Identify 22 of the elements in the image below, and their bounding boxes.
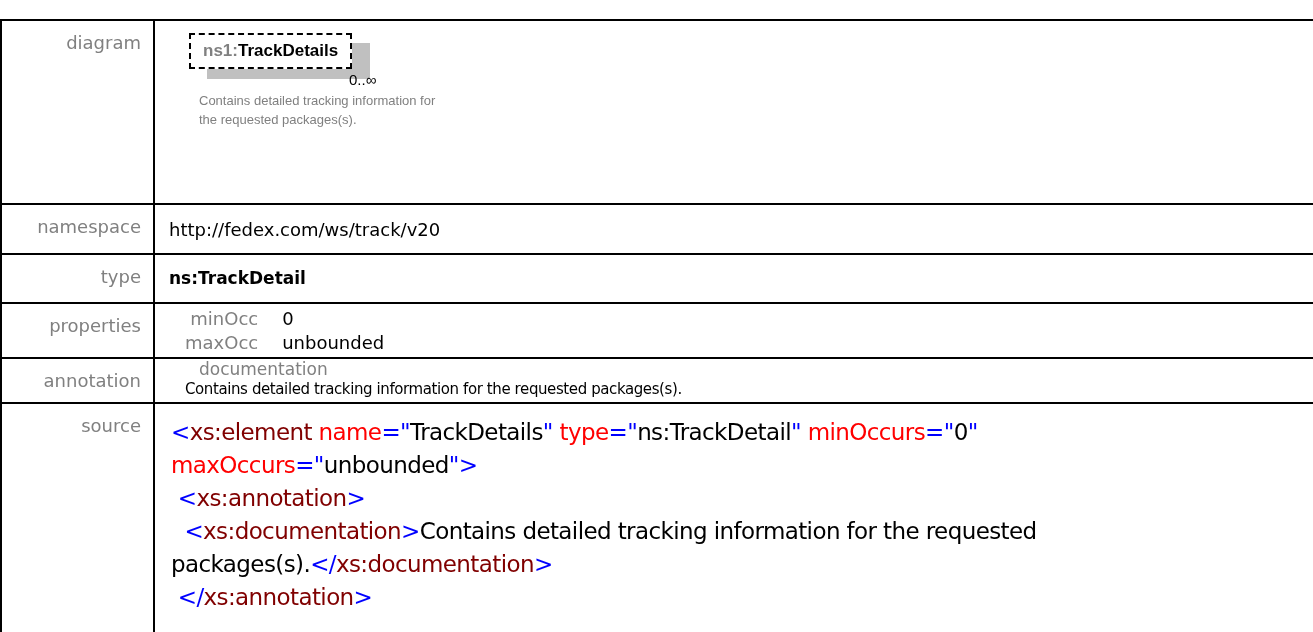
row-label: namespace xyxy=(37,216,141,237)
row-label: type xyxy=(100,266,141,287)
source-line: maxOccurs="unbounded"> xyxy=(171,451,479,480)
row-label: annotation xyxy=(43,370,141,391)
type-value: ns:TrackDetail xyxy=(169,268,306,288)
source-line: </xs:annotation> xyxy=(176,583,374,612)
element-description: Contains detailed tracking information for the requested packages(s). xyxy=(199,92,437,129)
occurrence-label: 0..∞ xyxy=(349,70,377,90)
property-name: maxOcc xyxy=(185,331,259,355)
namespace-value: http://fedex.com/ws/track/v20 xyxy=(169,219,441,240)
source-line: <xs:documentation>Contains detailed tracking information for the requested xyxy=(183,517,1038,546)
annotation-heading: documentation xyxy=(198,359,329,379)
row-label: source xyxy=(81,415,141,436)
annotation-text: Contains detailed tracking information for the requested packages(s). xyxy=(185,379,683,399)
source-line: <xs:element name="TrackDetails" type="ns:TrackDetail" minOccurs="0" xyxy=(171,418,979,447)
source-line: <xs:annotation> xyxy=(176,484,367,513)
source-line: packages(s).</xs:documentation> xyxy=(171,550,554,579)
row-label: diagram xyxy=(66,32,141,53)
property-value: unbounded xyxy=(282,331,385,355)
row-label: properties xyxy=(49,315,141,336)
property-name: minOcc xyxy=(189,307,259,331)
property-value: 0 xyxy=(282,307,295,331)
